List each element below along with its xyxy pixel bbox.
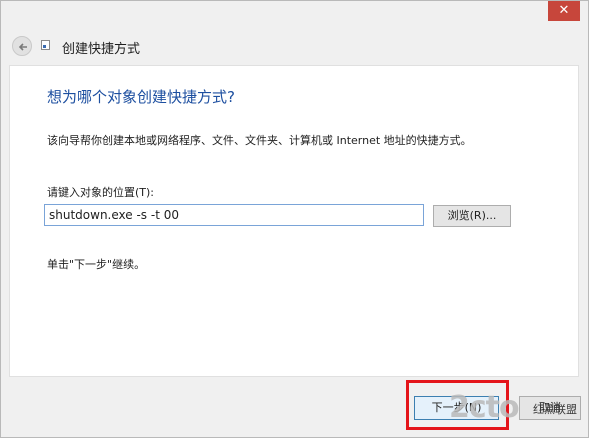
close-button[interactable]: ✕ — [548, 1, 580, 21]
watermark: 2cto 红黑联盟 — [449, 389, 589, 435]
back-button[interactable] — [12, 36, 32, 56]
title-bar: ✕ 创建快捷方式 — [1, 1, 588, 63]
wizard-title: 创建快捷方式 — [62, 42, 141, 57]
page-heading: 想为哪个对象创建快捷方式? — [47, 88, 235, 106]
browse-button[interactable]: 浏览(R)... — [433, 205, 511, 227]
back-arrow-icon — [18, 43, 27, 51]
shortcut-wizard-icon — [41, 40, 50, 50]
create-shortcut-window: ✕ 创建快捷方式 想为哪个对象创建快捷方式? 该向导帮你创建本地或网络程序、文件… — [0, 0, 589, 438]
watermark-subtext: 红黑联盟 — [533, 403, 577, 416]
wizard-description: 该向导帮你创建本地或网络程序、文件、文件夹、计算机或 Internet 地址的快… — [47, 134, 472, 147]
continue-hint: 单击"下一步"继续。 — [47, 258, 146, 271]
location-label: 请键入对象的位置(T): — [47, 186, 155, 199]
watermark-logo: 2cto — [449, 390, 520, 425]
location-input[interactable] — [44, 204, 424, 226]
wizard-content-panel: 想为哪个对象创建快捷方式? 该向导帮你创建本地或网络程序、文件、文件夹、计算机或… — [9, 65, 579, 377]
